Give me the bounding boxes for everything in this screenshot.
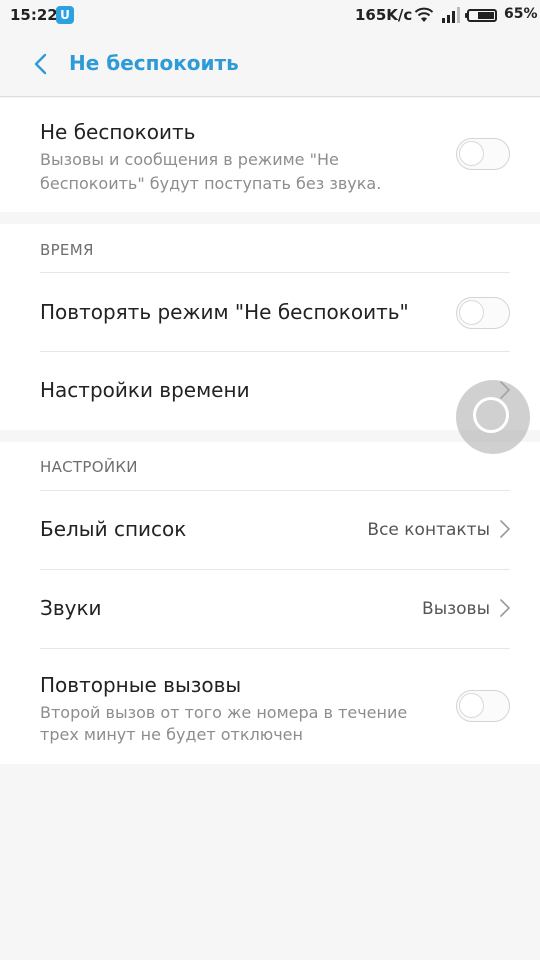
sounds-title: Звуки xyxy=(40,596,102,620)
repeat-dnd-row[interactable]: Повторять режим "Не беспокоить" xyxy=(0,273,540,351)
sounds-row[interactable]: Звуки Вызовы xyxy=(0,570,540,648)
status-bar: 15:22 U 165K/c 65% xyxy=(0,0,540,32)
repeat-calls-subtitle-line2: трех минут не будет отключен xyxy=(40,725,303,744)
repeat-calls-row[interactable]: Повторные вызовы Второй вызов от того же… xyxy=(0,649,540,764)
back-arrow-icon[interactable] xyxy=(30,52,52,76)
dnd-toggle[interactable] xyxy=(456,138,510,170)
signal-icon xyxy=(442,7,460,23)
battery-fill xyxy=(478,12,494,19)
repeat-calls-toggle[interactable] xyxy=(456,690,510,722)
battery-icon xyxy=(465,9,497,22)
circle-icon xyxy=(473,397,509,433)
dnd-row[interactable]: Не беспокоить Вызовы и сообщения в режим… xyxy=(0,98,540,212)
screen: 15:22 U 165K/c 65% Не беспокоить Не бесп… xyxy=(0,0,540,960)
time-section: ВРЕМЯ Повторять режим "Не беспокоить" На… xyxy=(0,224,540,430)
network-speed: 165K/c xyxy=(355,6,413,24)
wifi-icon xyxy=(414,7,434,22)
page-title: Не беспокоить xyxy=(69,51,239,75)
repeat-dnd-toggle[interactable] xyxy=(456,297,510,329)
header-bar: Не беспокоить xyxy=(0,32,540,97)
app-notification-icon: U xyxy=(56,6,74,24)
repeat-dnd-title: Повторять режим "Не беспокоить" xyxy=(40,300,409,324)
chevron-right-icon xyxy=(500,599,510,617)
floating-assistive-button[interactable] xyxy=(456,380,530,454)
battery-percent: 65% xyxy=(504,6,538,22)
toggle-knob xyxy=(459,693,484,718)
status-time: 15:22 xyxy=(10,6,58,24)
whitelist-title: Белый список xyxy=(40,517,187,541)
whitelist-value: Все контакты xyxy=(367,520,490,540)
whitelist-row[interactable]: Белый список Все контакты xyxy=(0,491,540,569)
dnd-subtitle-line1: Вызовы и сообщения в режиме "Не xyxy=(40,150,339,169)
dnd-section: Не беспокоить Вызовы и сообщения в режим… xyxy=(0,98,540,212)
repeat-calls-title: Повторные вызовы xyxy=(40,673,242,697)
time-settings-title: Настройки времени xyxy=(40,378,250,402)
dnd-title: Не беспокоить xyxy=(40,120,196,144)
settings-section: НАСТРОЙКИ Белый список Все контакты Звук… xyxy=(0,442,540,764)
toggle-knob xyxy=(459,141,484,166)
sounds-value: Вызовы xyxy=(422,599,490,619)
chevron-right-icon xyxy=(500,520,510,538)
toggle-knob xyxy=(459,300,484,325)
settings-section-label: НАСТРОЙКИ xyxy=(40,458,138,476)
repeat-calls-subtitle-line1: Второй вызов от того же номера в течение xyxy=(40,703,408,722)
dnd-subtitle-line2: беспокоить" будут поступать без звука. xyxy=(40,174,382,193)
time-section-label: ВРЕМЯ xyxy=(40,241,94,259)
